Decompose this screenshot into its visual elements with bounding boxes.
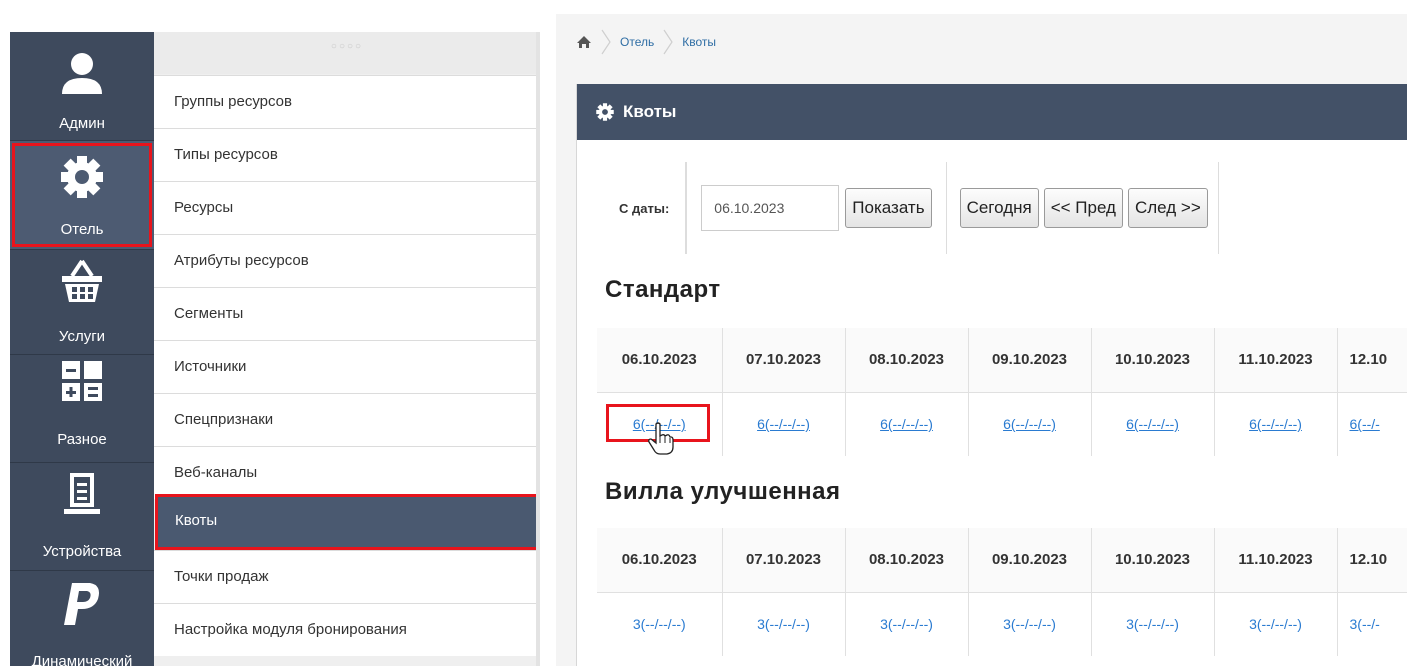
breadcrumb-link-quotas[interactable]: Квоты [682,35,716,49]
submenu-item-special-features[interactable]: Спецпризнаки [154,393,536,446]
date-header: 06.10.2023 [597,328,723,393]
date-header: 12.10 [1337,328,1407,393]
user-icon [62,53,102,94]
from-date-label: С даты: [619,200,670,216]
breadcrumb-link-hotel[interactable]: Отель [620,35,654,49]
quota-link[interactable]: 6(--/- [1350,416,1380,432]
sidebar-item-services[interactable]: Услуги [10,250,154,358]
sidebar-item-label: Админ [59,115,105,132]
device-icon [64,473,100,514]
next-button[interactable]: След >> [1127,188,1208,228]
drag-grip[interactable]: ○○○○ [154,32,540,74]
panel-header: Квоты [577,84,1407,140]
table-row: 6(--/--/--) 6(--/--/--) 6(--/--/--) 6(--… [597,392,1407,456]
date-header: 07.10.2023 [722,528,846,593]
submenu-item-resource-groups[interactable]: Группы ресурсов [154,75,536,128]
today-button[interactable]: Сегодня [959,188,1039,228]
submenu-item-segments[interactable]: Сегменты [154,287,536,340]
sidebar-item-label: Услуги [58,328,106,345]
submenu-item-web-channels[interactable]: Веб-каналы [154,446,536,499]
submenu-item-points-of-sale[interactable]: Точки продаж [154,550,536,603]
submenu-item-booking-module-settings[interactable]: Настройка модуля бронирования [154,603,536,656]
main-area: Отель Квоты Квоты С даты: 06.10.2023 Пок… [556,0,1407,666]
quota-link[interactable]: 3(--/--/--) [880,616,933,632]
quota-link[interactable]: 3(--/--/--) [1249,616,1302,632]
sidebar-item-admin[interactable]: Админ [10,32,154,140]
show-button[interactable]: Показать [845,188,932,228]
sidebar-item-hotel[interactable]: Отель [10,141,154,249]
date-header: 06.10.2023 [597,528,723,593]
sidebar-item-label: Разное [57,431,107,448]
section-title-villa: Вилла улучшенная [605,478,841,505]
quota-link[interactable]: 3(--/--/--) [633,616,686,632]
gear-icon [61,156,103,198]
submenu-item-resource-types[interactable]: Типы ресурсов [154,128,536,181]
quota-table-villa: 06.10.2023 07.10.2023 08.10.2023 09.10.2… [597,528,1407,656]
quota-link[interactable]: 6(--/--/--) [1249,416,1302,432]
quotas-panel: Квоты С даты: Показать Сегодня << Пред С… [576,84,1407,666]
paypal-icon [64,583,99,625]
home-icon[interactable] [576,35,592,49]
date-header: 12.10 [1337,528,1407,593]
basket-icon [62,259,102,302]
sidebar-item-dynamic[interactable]: Динамический [10,571,154,666]
date-header: 09.10.2023 [968,528,1092,593]
quota-link[interactable]: 6(--/--/--) [1126,416,1179,432]
submenu-panel: ○○○○ Группы ресурсов Типы ресурсов Ресур… [154,32,540,666]
quota-table-standard: 06.10.2023 07.10.2023 08.10.2023 09.10.2… [597,328,1407,456]
date-header: 10.10.2023 [1091,328,1215,393]
icon-sidebar: Админ Отель Услуги Разное Устройства Дин… [10,32,154,666]
date-header: 08.10.2023 [845,328,969,393]
quota-link[interactable]: 3(--/--/--) [1003,616,1056,632]
prev-button[interactable]: << Пред [1043,188,1123,228]
date-header: 11.10.2023 [1214,328,1338,393]
section-title-standard: Стандарт [605,276,721,303]
submenu-item-resource-attributes[interactable]: Атрибуты ресурсов [154,234,536,287]
table-row: 3(--/--/--) 3(--/--/--) 3(--/--/--) 3(--… [597,592,1407,656]
gear-icon [596,103,614,121]
date-input[interactable] [701,185,840,231]
submenu-item-quotas[interactable]: Квоты [155,494,540,550]
quota-link[interactable]: 3(--/- [1350,616,1380,632]
quota-link[interactable]: 6(--/--/--) [880,416,933,432]
date-toolbar: С даты: Показать Сегодня << Пред След >> [597,162,1219,254]
quota-link[interactable]: 3(--/--/--) [1126,616,1179,632]
date-header: 11.10.2023 [1214,528,1338,593]
sidebar-item-devices[interactable]: Устройства [10,463,154,571]
date-header: 07.10.2023 [722,328,846,393]
chevron-right-icon [663,29,673,55]
hand-cursor-icon [648,422,674,455]
date-header: 10.10.2023 [1091,528,1215,593]
date-header: 08.10.2023 [845,528,969,593]
sidebar-item-misc[interactable]: Разное [10,355,154,463]
submenu-item-sources[interactable]: Источники [154,340,536,393]
panel-title: Квоты [623,102,677,121]
sidebar-item-label: Устройства [42,543,122,560]
quota-link[interactable]: 6(--/--/--) [1003,416,1056,432]
sidebar-item-label: Отель [60,221,104,238]
calculator-icon [62,361,102,401]
chevron-right-icon [601,29,611,55]
breadcrumb: Отель Квоты [576,24,716,60]
quota-link[interactable]: 3(--/--/--) [757,616,810,632]
submenu-item-resources[interactable]: Ресурсы [154,181,536,234]
sidebar-item-label: Динамический [31,653,133,666]
quota-link[interactable]: 6(--/--/--) [757,416,810,432]
date-header: 09.10.2023 [968,328,1092,393]
